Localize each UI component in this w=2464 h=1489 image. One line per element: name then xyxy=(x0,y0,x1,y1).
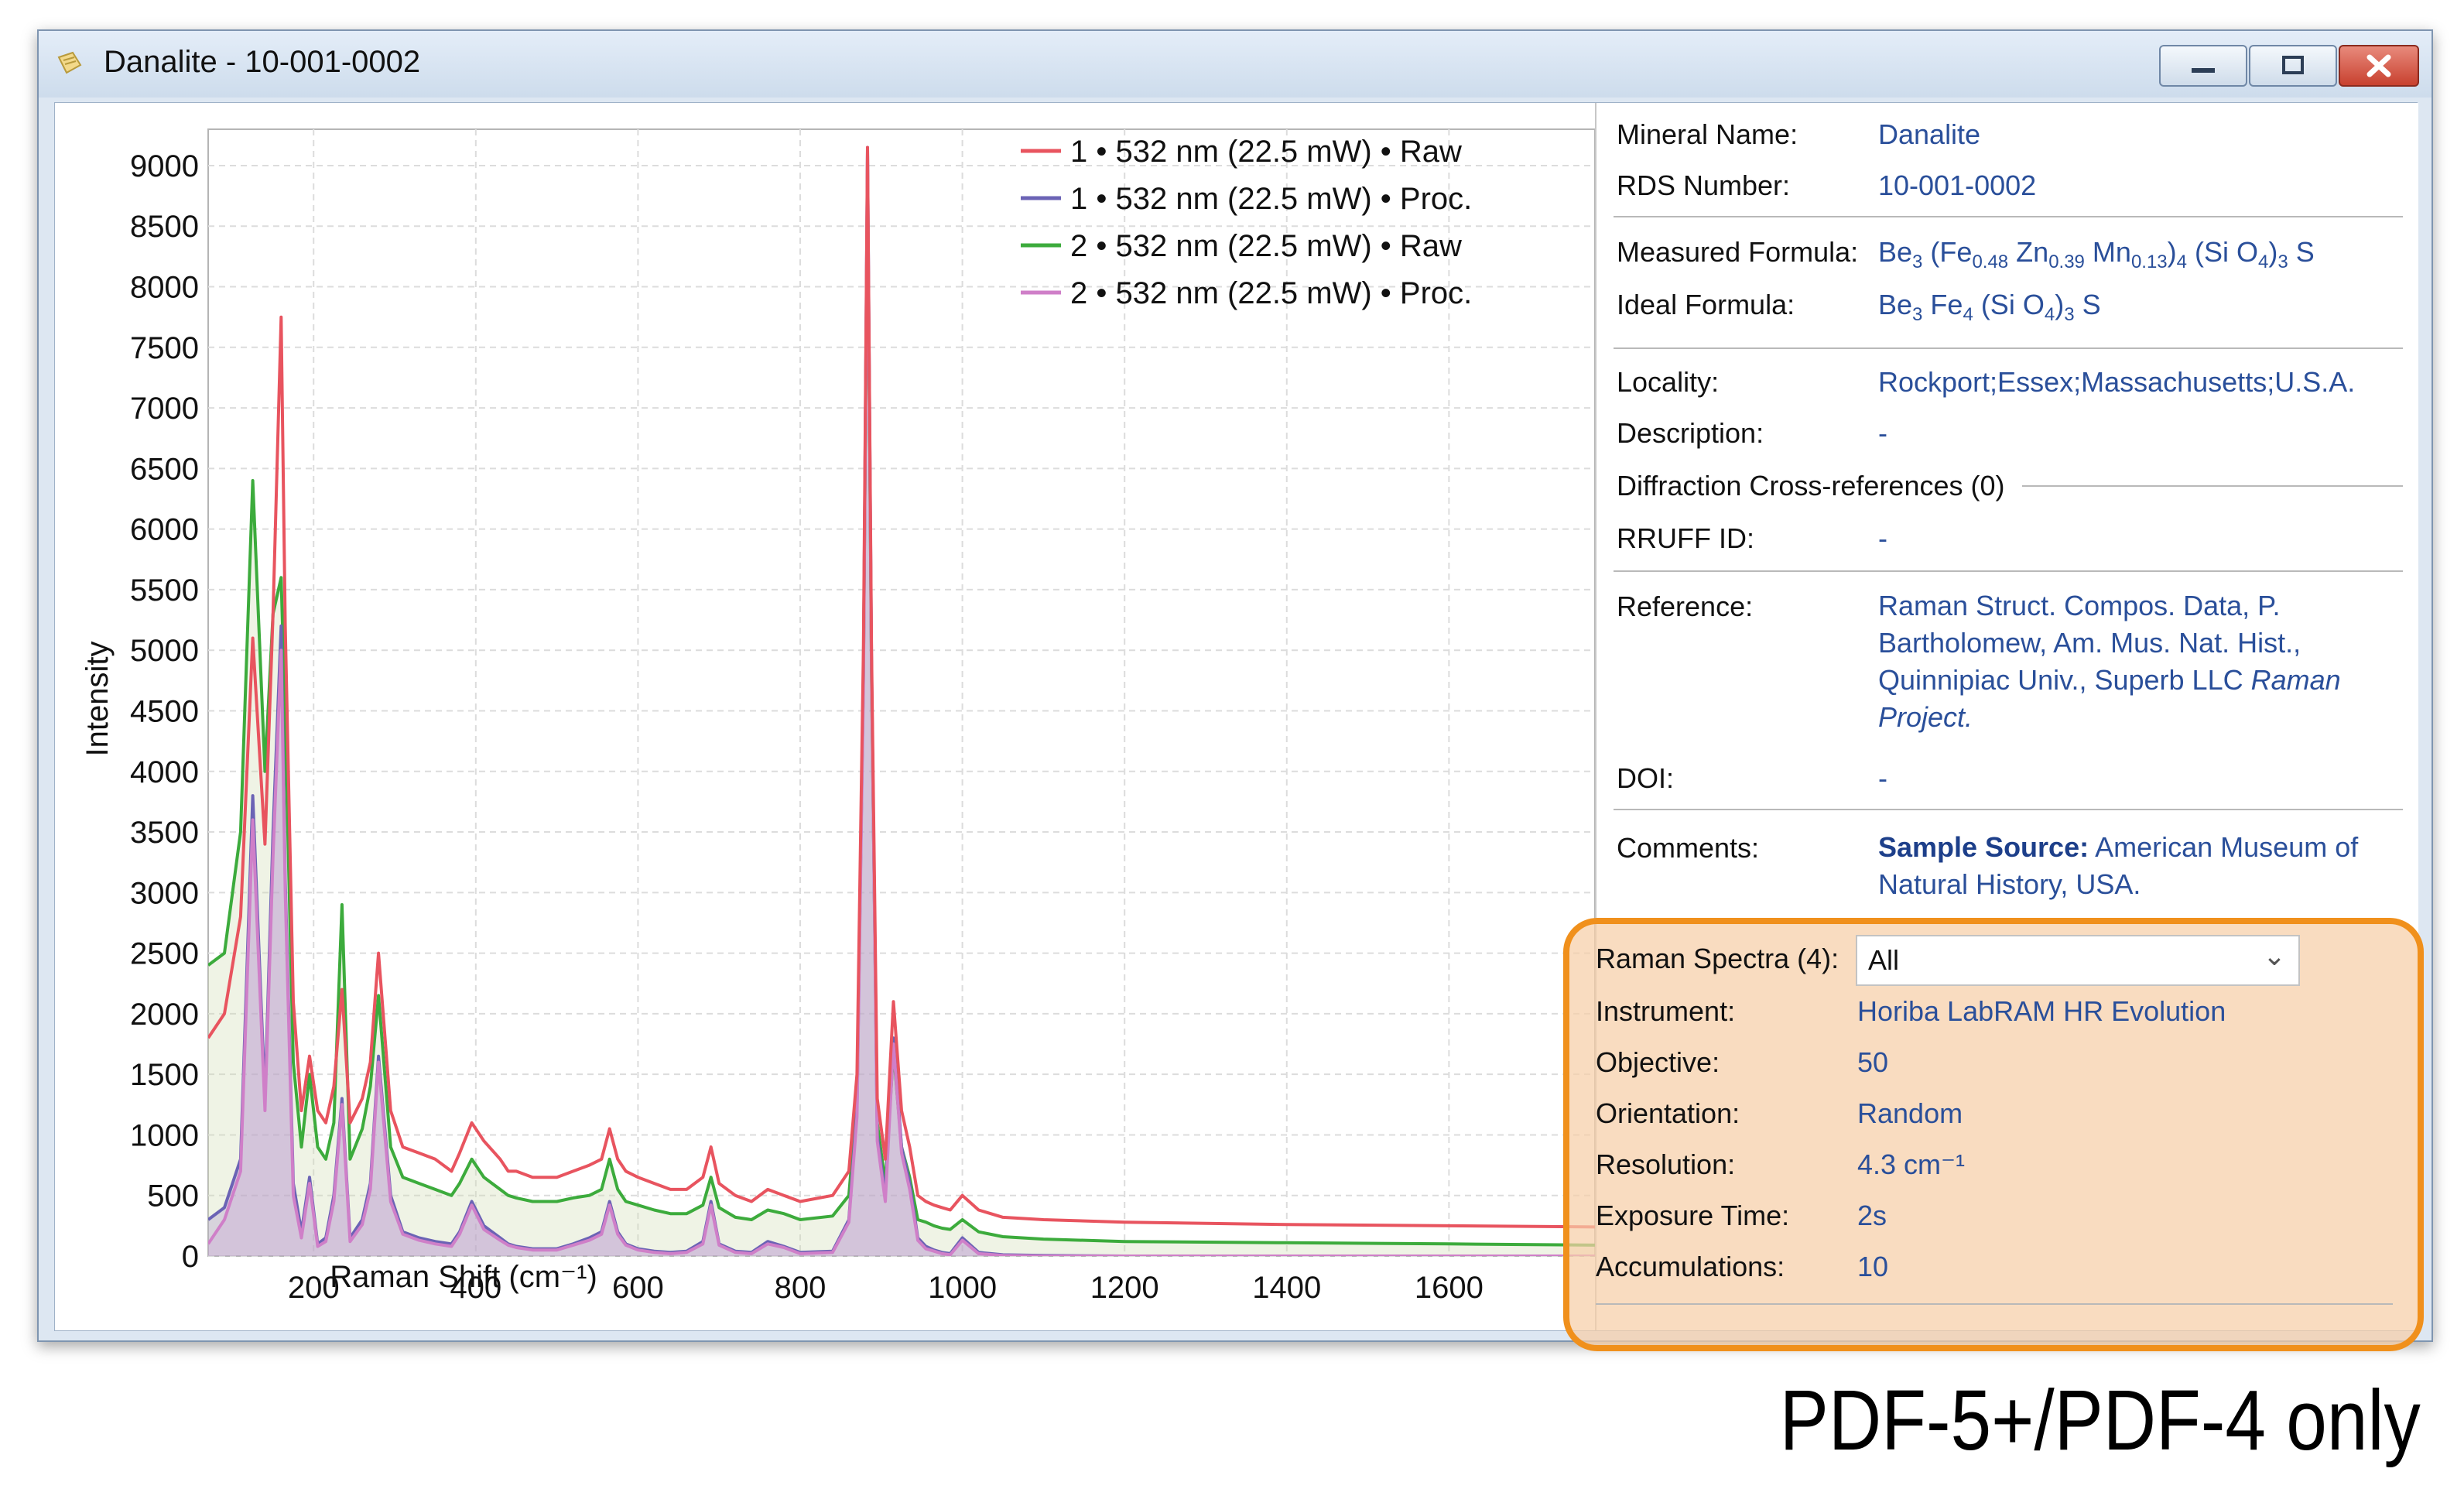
x-axis-label: Raman Shift (cm⁻¹) xyxy=(330,1260,597,1294)
separator xyxy=(2022,485,2403,487)
reference-value: Raman Struct. Compos. Data, P. Bartholom… xyxy=(1878,590,2341,733)
y-tick-label: 3500 xyxy=(130,816,199,850)
y-tick-label: 1000 xyxy=(130,1118,199,1152)
app-icon xyxy=(57,51,82,74)
x-tick-label: 1600 xyxy=(1415,1271,1484,1305)
x-tick-label: 1400 xyxy=(1252,1271,1321,1305)
y-tick-label: 1500 xyxy=(130,1058,199,1092)
mineral-name-label: Mineral Name: xyxy=(1617,118,1798,150)
accumulations-value: 10 xyxy=(1857,1251,1889,1282)
x-tick-label: 1000 xyxy=(928,1271,997,1305)
y-tick-label: 7000 xyxy=(130,392,199,426)
x-tick-label: 1200 xyxy=(1090,1271,1159,1305)
doi-value: - xyxy=(1878,762,1887,794)
title-bar[interactable]: Danalite - 10-001-0002 xyxy=(39,31,2431,98)
chevron-down-icon: ⌄ xyxy=(2262,940,2286,971)
minimize-icon xyxy=(2192,68,2215,73)
legend-entry: 1 • 532 nm (22.5 mW) • Raw xyxy=(1070,135,1462,169)
raman-spectra-label: Raman Spectra (4): xyxy=(1596,943,1839,974)
spectrum-chart[interactable]: 200 400 600 800 1000 1200 1400 1600 0 500 1000 150… xyxy=(55,103,1596,1330)
separator xyxy=(1614,216,2403,217)
description-label: Description: xyxy=(1617,417,1764,449)
orientation-value: Random xyxy=(1857,1097,1963,1129)
exposure-time-label: Exposure Time: xyxy=(1596,1200,1790,1231)
y-tick-label: 4000 xyxy=(130,755,199,789)
raman-spectra-dropdown[interactable]: All ⌄ xyxy=(1856,935,2300,986)
window-title: Danalite - 10-001-0002 xyxy=(104,45,421,79)
y-tick-label: 6000 xyxy=(130,513,199,547)
y-tick-label: 500 xyxy=(147,1179,199,1213)
y-tick-label: 4500 xyxy=(130,694,199,728)
raman-spectra-selected: All xyxy=(1868,944,1900,976)
legend-entry: 2 • 532 nm (22.5 mW) • Proc. xyxy=(1070,276,1472,310)
objective-value: 50 xyxy=(1857,1046,1889,1078)
legend-entry: 2 • 532 nm (22.5 mW) • Raw xyxy=(1070,229,1462,263)
y-axis-label: Intensity xyxy=(80,642,115,757)
diffraction-cross-references-label[interactable]: Diffraction Cross-references (0) xyxy=(1617,470,2005,502)
instrument-value: Horiba LabRAM HR Evolution xyxy=(1857,995,2226,1027)
ideal-formula-value: Be3 Fe4 (Si O4)3 S xyxy=(1878,289,2101,325)
y-tick-label: 8000 xyxy=(130,271,199,305)
rruff-id-value: - xyxy=(1878,522,1887,554)
y-tick-label: 5000 xyxy=(130,634,199,668)
x-tick-label: 800 xyxy=(775,1271,826,1305)
objective-label: Objective: xyxy=(1596,1046,1720,1078)
y-tick-label: 0 xyxy=(182,1240,199,1274)
instrument-label: Instrument: xyxy=(1596,995,1736,1027)
spectrum-chart-svg: 200 400 600 800 1000 1200 1400 1600 05001000150… xyxy=(80,128,1596,1305)
resolution-value: 4.3 cm⁻¹ xyxy=(1857,1148,1966,1180)
exposure-time-value: 2s xyxy=(1857,1200,1887,1231)
separator xyxy=(1596,1303,2393,1305)
minimize-button[interactable] xyxy=(2159,45,2247,87)
y-tick-label: 2500 xyxy=(130,937,199,971)
rruff-id-label: RRUFF ID: xyxy=(1617,522,1754,554)
maximize-button[interactable] xyxy=(2249,45,2337,87)
separator xyxy=(1614,809,2403,810)
y-tick-label: 5500 xyxy=(130,573,199,608)
x-tick-label: 600 xyxy=(612,1271,664,1305)
y-tick-label: 8500 xyxy=(130,210,199,244)
y-tick-label: 2000 xyxy=(130,998,199,1032)
reference-label: Reference: xyxy=(1617,590,1754,622)
footnote: PDF-5+/PDF-4 only xyxy=(1780,1373,2421,1468)
locality-value: Rockport;Essex;Massachusetts;U.S.A. xyxy=(1878,366,2356,398)
maximize-icon xyxy=(2282,56,2304,74)
locality-label: Locality: xyxy=(1617,366,1720,398)
y-tick-label: 3000 xyxy=(130,876,199,910)
doi-label: DOI: xyxy=(1617,762,1675,794)
comments-label: Comments: xyxy=(1617,832,1760,864)
close-icon xyxy=(2366,54,2391,77)
ideal-formula-label: Ideal Formula: xyxy=(1617,289,1795,320)
y-tick-label: 7500 xyxy=(130,331,199,365)
separator xyxy=(1614,347,2403,349)
description-value: - xyxy=(1878,417,1887,449)
y-tick-label: 9000 xyxy=(130,149,199,183)
comments-value: Sample Source: American Museum of Natura… xyxy=(1878,831,2359,900)
orientation-label: Orientation: xyxy=(1596,1097,1740,1129)
accumulations-label: Accumulations: xyxy=(1596,1251,1785,1282)
measured-formula-label: Measured Formula: xyxy=(1617,236,1859,268)
legend-entry: 1 • 532 nm (22.5 mW) • Proc. xyxy=(1070,182,1472,216)
resolution-label: Resolution: xyxy=(1596,1148,1736,1180)
close-button[interactable] xyxy=(2339,45,2419,87)
y-tick-label: 6500 xyxy=(130,452,199,486)
separator xyxy=(1614,570,2403,572)
rds-number-label: RDS Number: xyxy=(1617,169,1791,201)
measured-formula-value: Be3 (Fe0.48 Zn0.39 Mn0.13)4 (Si O4)3 S xyxy=(1878,236,2315,272)
rds-number-value: 10-001-0002 xyxy=(1878,169,2037,201)
mineral-name-value: Danalite xyxy=(1878,118,1981,150)
